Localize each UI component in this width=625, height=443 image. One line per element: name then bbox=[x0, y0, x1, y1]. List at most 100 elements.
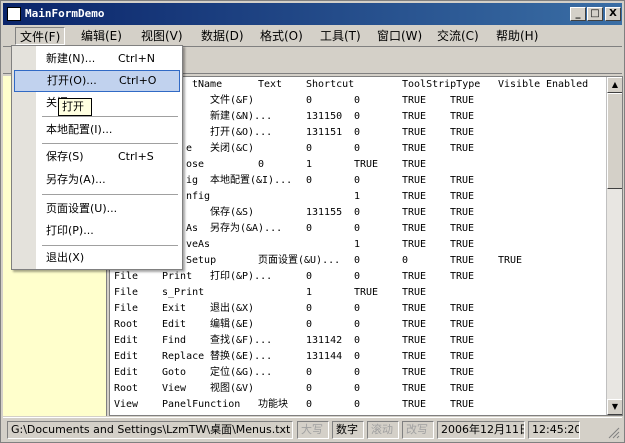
header-enabled: Enabled bbox=[546, 79, 589, 90]
cell: TRUE bbox=[450, 319, 475, 330]
header-visible: Visible bbox=[498, 79, 541, 90]
cell: 131151 bbox=[306, 127, 343, 138]
menu-window[interactable]: 窗口(W) bbox=[373, 27, 426, 45]
cell: 0 bbox=[306, 271, 313, 282]
cell: 页面设置(&U)... bbox=[258, 255, 341, 266]
menu-item-new[interactable]: 新建(N)... Ctrl+N bbox=[14, 48, 180, 70]
cell: 0 bbox=[354, 111, 361, 122]
cell: Root bbox=[114, 383, 139, 394]
cell: TRUE bbox=[450, 127, 475, 138]
menu-item-open[interactable]: 打开(O)... Ctrl+O bbox=[14, 70, 180, 92]
cell: 新建(&N)... bbox=[210, 111, 273, 122]
menu-item-save-as[interactable]: 另存为(A)... bbox=[14, 169, 180, 191]
cell: TRUE bbox=[450, 191, 475, 202]
cell: Exit bbox=[162, 303, 187, 314]
cell: 1 bbox=[306, 159, 313, 170]
cell: As bbox=[186, 223, 199, 234]
menu-item-shortcut: Ctrl+O bbox=[119, 74, 157, 87]
cell: TRUE bbox=[402, 351, 427, 362]
menu-file[interactable]: 文件(F) bbox=[15, 27, 66, 45]
cell: 0 bbox=[354, 399, 361, 410]
table-row: Root View 视图(&V) 0 0 TRUE TRUE bbox=[112, 381, 606, 397]
title-bar[interactable]: MainFormDemo _ □ X bbox=[3, 3, 622, 25]
cell: View bbox=[162, 383, 187, 394]
cell: TRUE bbox=[402, 399, 427, 410]
menu-item-exit[interactable]: 退出(X) bbox=[14, 247, 180, 269]
cell: 0 bbox=[354, 207, 361, 218]
cell: Setup bbox=[186, 255, 217, 266]
cell: 打开(&O)... bbox=[210, 127, 273, 138]
scroll-up-icon[interactable]: ▲ bbox=[607, 77, 622, 93]
menu-item-label: 退出(X) bbox=[46, 251, 85, 264]
table-row: 打开(&O)... 131151 0 TRUE TRUE bbox=[112, 125, 606, 141]
cell: 另存为(&A)... bbox=[210, 223, 283, 234]
cell: 0 bbox=[354, 223, 361, 234]
status-insert: 改写 bbox=[402, 421, 434, 439]
cell: Root bbox=[114, 319, 139, 330]
data-grid: tName Text Shortcut ToolStripType Visibl… bbox=[109, 76, 623, 416]
menu-data[interactable]: 数据(D) bbox=[197, 27, 248, 45]
cell: TRUE bbox=[450, 255, 475, 266]
cell: TRUE bbox=[402, 127, 427, 138]
cell: File bbox=[114, 287, 139, 298]
status-time: 12:45:20 bbox=[528, 421, 580, 439]
menu-separator bbox=[42, 143, 178, 144]
maximize-button[interactable]: □ bbox=[587, 7, 603, 21]
cell: TRUE bbox=[450, 143, 475, 154]
menu-bar: 文件(F) 编辑(E) 视图(V) 数据(D) 格式(O) 工具(T) 窗口(W… bbox=[3, 25, 622, 47]
menu-item-save[interactable]: 保存(S) Ctrl+S bbox=[14, 146, 180, 168]
menu-item-close[interactable]: 关闭(C) bbox=[14, 92, 180, 114]
menu-separator bbox=[42, 194, 178, 195]
cell: TRUE bbox=[402, 143, 427, 154]
minimize-button[interactable]: _ bbox=[570, 7, 586, 21]
scroll-down-icon[interactable]: ▼ bbox=[607, 399, 622, 415]
cell: TRUE bbox=[402, 319, 427, 330]
table-row: ig 本地配置(&I)... 0 0 TRUE TRUE bbox=[112, 173, 606, 189]
menu-item-print[interactable]: 打印(P)... bbox=[14, 220, 180, 242]
menu-communication[interactable]: 交流(C) bbox=[433, 27, 483, 45]
menu-item-page-setup[interactable]: 页面设置(U)... bbox=[14, 198, 180, 220]
table-row: Setup 页面设置(&U)... 0 0 TRUE TRUE bbox=[112, 253, 606, 269]
cell: TRUE bbox=[450, 335, 475, 346]
tooltip: 打开 bbox=[58, 98, 92, 116]
window-title: MainFormDemo bbox=[25, 7, 105, 20]
cell: TRUE bbox=[402, 367, 427, 378]
cell: 0 bbox=[354, 351, 361, 362]
cell: 0 bbox=[354, 127, 361, 138]
cell: TRUE bbox=[402, 223, 427, 234]
menu-item-local-config[interactable]: 本地配置(I)... bbox=[14, 119, 180, 141]
table-row: Edit Goto 定位(&G)... 0 0 TRUE TRUE bbox=[112, 365, 606, 381]
header-name: tName bbox=[192, 79, 223, 90]
table-row: nfig 1 TRUE TRUE bbox=[112, 189, 606, 205]
cell: 0 bbox=[306, 399, 313, 410]
cell: 0 bbox=[354, 383, 361, 394]
cell: TRUE bbox=[450, 383, 475, 394]
scroll-thumb[interactable] bbox=[607, 93, 622, 189]
cell: 0 bbox=[354, 95, 361, 106]
cell: TRUE bbox=[450, 175, 475, 186]
cell: View bbox=[114, 399, 139, 410]
table-row: e 关闭(&C) 0 0 TRUE TRUE bbox=[112, 141, 606, 157]
cell: 1 bbox=[354, 191, 361, 202]
table-row: 保存(&S) 131155 0 TRUE TRUE bbox=[112, 205, 606, 221]
close-button[interactable]: X bbox=[605, 7, 621, 21]
status-date: 2006年12月11日 bbox=[437, 421, 525, 439]
table-row: Edit Replace 替换(&E)... 131144 0 TRUE TRU… bbox=[112, 349, 606, 365]
resize-grip-icon[interactable] bbox=[608, 427, 620, 439]
menu-tools[interactable]: 工具(T) bbox=[316, 27, 365, 45]
menu-edit[interactable]: 编辑(E) bbox=[77, 27, 126, 45]
menu-item-shortcut: Ctrl+N bbox=[118, 52, 156, 65]
vertical-scrollbar[interactable]: ▲ ▼ bbox=[606, 77, 622, 415]
cell: Edit bbox=[114, 335, 139, 346]
app-icon[interactable] bbox=[7, 7, 21, 21]
cell: TRUE bbox=[450, 223, 475, 234]
menu-view[interactable]: 视图(V) bbox=[137, 27, 187, 45]
menu-item-label: 打印(P)... bbox=[46, 224, 94, 237]
menu-help[interactable]: 帮助(H) bbox=[492, 27, 542, 45]
table-row: File Exit 退出(&X) 0 0 TRUE TRUE bbox=[112, 301, 606, 317]
menu-item-label: 另存为(A)... bbox=[46, 173, 106, 186]
cell: 0 bbox=[354, 255, 361, 266]
table-row: 新建(&N)... 131150 0 TRUE TRUE bbox=[112, 109, 606, 125]
menu-format[interactable]: 格式(O) bbox=[256, 27, 307, 45]
cell: TRUE bbox=[402, 383, 427, 394]
